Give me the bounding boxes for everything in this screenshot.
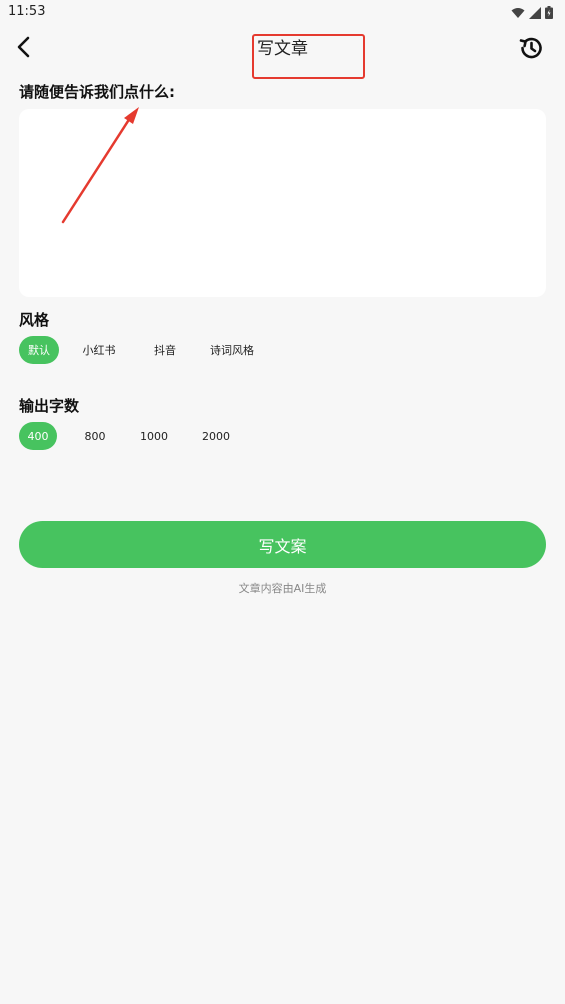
write-copy-button[interactable]: 写文案	[19, 521, 546, 568]
style-option-poetry[interactable]: 诗词风格	[205, 336, 259, 364]
status-icons	[511, 4, 553, 23]
style-options: 默认 小红书 抖音 诗词风格	[19, 336, 259, 364]
page: 11:53 写文章 请随便告诉我们点什么: 风格 默认 小红书 抖音 诗词风格 …	[0, 0, 565, 1004]
page-title: 写文章	[257, 39, 308, 59]
length-options: 400 800 1000 2000	[19, 422, 237, 450]
ai-disclaimer: 文章内容由AI生成	[238, 582, 327, 595]
status-time: 11:53	[8, 4, 46, 19]
length-label: 输出字数	[19, 397, 80, 415]
style-option-douyin[interactable]: 抖音	[145, 336, 185, 364]
prompt-label: 请随便告诉我们点什么:	[19, 83, 175, 101]
header: 写文章	[0, 24, 565, 74]
history-button[interactable]	[517, 34, 545, 62]
length-option-2000[interactable]: 2000	[195, 422, 237, 450]
length-option-800[interactable]: 800	[77, 422, 113, 450]
length-option-1000[interactable]: 1000	[133, 422, 175, 450]
prompt-input[interactable]	[19, 109, 546, 297]
wifi-icon	[511, 4, 525, 23]
signal-icon	[529, 4, 541, 23]
battery-icon	[545, 4, 553, 23]
history-icon	[519, 37, 542, 59]
status-bar: 11:53	[0, 0, 565, 24]
style-option-xiaohongshu[interactable]: 小红书	[75, 336, 123, 364]
length-option-400[interactable]: 400	[19, 422, 57, 450]
style-option-default[interactable]: 默认	[19, 336, 59, 364]
style-label: 风格	[19, 311, 50, 329]
